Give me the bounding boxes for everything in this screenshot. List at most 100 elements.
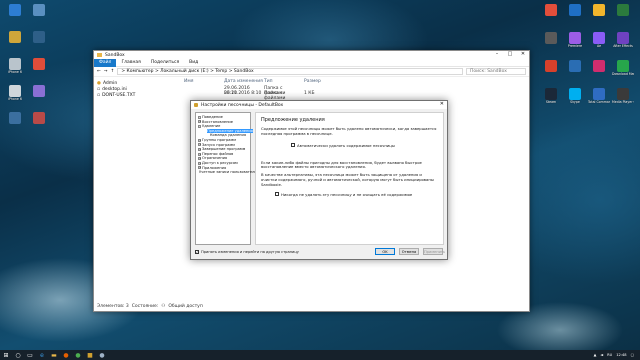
apply-and-switch-checkbox[interactable]: ✓ Принять изменения и перейти на другую … (195, 250, 299, 254)
chrome-icon[interactable]: ● (72, 350, 84, 360)
apply-button[interactable]: Применить (423, 248, 445, 255)
desktop-shortcut[interactable]: Steam (540, 88, 562, 112)
table-row[interactable]: 06.11.2016 8:10 Папка с файлами 1 КБ (184, 91, 344, 101)
desktop-shortcut[interactable] (28, 85, 50, 109)
app-icon (617, 32, 629, 44)
desktop-shortcut[interactable] (540, 4, 562, 28)
expander-icon[interactable]: + (198, 120, 201, 124)
minimize-icon[interactable]: – (493, 51, 501, 57)
desktop-shortcut[interactable] (4, 31, 26, 55)
desktop-shortcut[interactable]: Media Player Classic (612, 88, 634, 112)
desktop-shortcut[interactable] (28, 31, 50, 55)
ribbon-tab-view[interactable]: Вид (184, 60, 203, 65)
desktop-shortcut[interactable] (4, 112, 26, 136)
back-arrow-icon[interactable]: ← (97, 69, 101, 74)
column-header[interactable]: Дата изменения (224, 79, 264, 84)
expander-icon[interactable]: + (198, 161, 201, 165)
shortcut-label: After Effects (613, 44, 633, 48)
start-button[interactable]: ⊞ (0, 350, 12, 360)
status-bar: Элементов: 3 Состояние: ⚇ Общий доступ (97, 304, 203, 309)
search-icon[interactable]: ○ (12, 350, 24, 360)
expander-icon[interactable]: + (198, 138, 201, 142)
cancel-button[interactable]: Отмена (399, 248, 419, 255)
app-icon (569, 4, 581, 16)
desktop-shortcut[interactable] (540, 60, 562, 84)
desktop-shortcut[interactable] (564, 4, 586, 28)
search-input[interactable]: Поиск: SandBox (466, 68, 526, 75)
users-icon: ⚇ (161, 304, 166, 309)
desktop-shortcut[interactable] (540, 32, 562, 56)
app-icon (617, 60, 629, 72)
expander-icon[interactable]: + (198, 147, 201, 151)
expander-icon[interactable]: - (198, 124, 201, 128)
ribbon-tab-share[interactable]: Поделиться (146, 60, 184, 65)
desktop-shortcut[interactable]: iPhone 6 (4, 58, 26, 82)
desktop-shortcut[interactable] (612, 4, 634, 28)
expander-icon[interactable]: + (198, 166, 201, 170)
close-icon[interactable]: ✕ (519, 51, 527, 57)
column-header[interactable]: Размер (304, 79, 344, 84)
app-icon (33, 85, 45, 97)
auto-delete-checkbox[interactable]: Автоматически удалять содержимое песочни… (291, 143, 438, 148)
desktop-shortcut[interactable]: Download Master (612, 60, 634, 84)
checkbox-label: Никогда не удалять эту песочницу и не оч… (281, 191, 413, 197)
steam-icon[interactable]: ● (96, 350, 108, 360)
firefox-icon[interactable]: ● (60, 350, 72, 360)
desktop-shortcut[interactable]: Ae (588, 32, 610, 56)
desktop-shortcut[interactable] (28, 112, 50, 136)
ribbon-tab-home[interactable]: Главная (116, 60, 145, 65)
app-icon (9, 31, 21, 43)
clock[interactable]: 12:48 (616, 353, 626, 357)
app-icon (569, 32, 581, 44)
maximize-icon[interactable]: □ (506, 51, 514, 57)
column-header[interactable]: Тип (264, 79, 304, 84)
desktop-shortcut[interactable]: Skype (564, 88, 586, 112)
desktop-shortcut[interactable]: iPhone 6 (4, 85, 26, 109)
column-header[interactable]: Имя (184, 79, 224, 84)
close-icon[interactable]: ✕ (440, 101, 444, 107)
desktop-shortcut[interactable] (28, 4, 50, 28)
desktop-shortcut[interactable] (4, 4, 26, 28)
desktop-shortcut[interactable] (588, 4, 610, 28)
settings-tree: - Поведение + Восстановление - Удаление Предло… (195, 112, 259, 245)
status-state: Состояние: (131, 304, 159, 309)
expander-icon[interactable]: + (198, 152, 201, 156)
notifications-icon[interactable]: ▢ (631, 353, 634, 357)
desktop-shortcut[interactable] (28, 58, 50, 82)
address-bar-row: ← → ↑ > Компьютер > Локальный диск (E:) … (94, 67, 529, 77)
checkbox-box[interactable]: ✓ (195, 250, 199, 254)
expander-icon[interactable]: - (198, 115, 201, 119)
panel-heading: Предложение удаления (261, 117, 325, 123)
network-icon[interactable]: ▲ (594, 353, 597, 357)
sandboxie-taskbar-icon[interactable]: ■ (84, 350, 96, 360)
task-view-icon[interactable]: ▭ (24, 350, 36, 360)
app-icon (593, 4, 605, 16)
up-arrow-icon[interactable]: ↑ (111, 69, 115, 74)
tree-item[interactable]: Учетные записи пользователей (198, 170, 259, 175)
language-indicator[interactable]: RU (607, 353, 612, 357)
forward-arrow-icon[interactable]: → (104, 69, 108, 74)
explorer-titlebar[interactable]: SandBox – □ ✕ (94, 51, 529, 59)
ok-button[interactable]: OK (375, 248, 395, 255)
app-icon (9, 112, 21, 124)
edge-icon[interactable]: e (36, 350, 48, 360)
desktop-shortcut[interactable]: Total Commander (588, 88, 610, 112)
expander-icon[interactable]: + (198, 143, 201, 147)
shortcut-label: Total Commander (588, 100, 610, 104)
never-delete-checkbox[interactable]: Никогда не удалять эту песочницу и не оч… (275, 192, 438, 197)
desktop-shortcut[interactable] (588, 60, 610, 84)
checkbox-box[interactable] (291, 143, 295, 148)
desktop-shortcut[interactable]: After Effects (612, 32, 634, 56)
explorer-icon[interactable]: ▬ (48, 350, 60, 360)
ribbon-file-tab[interactable]: Файл (94, 58, 117, 67)
expander-icon[interactable]: + (198, 157, 201, 161)
nav-item[interactable]: ▫ DONT-USE.TXT (97, 93, 152, 99)
desktop-shortcut[interactable] (564, 60, 586, 84)
dialog-titlebar[interactable]: Настройки песочницы - DefaultBox ✕ (191, 101, 447, 109)
desktop-shortcut[interactable]: Premiere (564, 32, 586, 56)
panel-text: Содержимое этой песочницы может быть уда… (261, 126, 437, 136)
checkbox-box[interactable] (275, 192, 279, 197)
volume-icon[interactable]: ◄ (600, 353, 603, 357)
address-path[interactable]: > Компьютер > Локальный диск (E:) > Temp… (117, 68, 463, 75)
file-icon: ▫ (97, 93, 101, 98)
